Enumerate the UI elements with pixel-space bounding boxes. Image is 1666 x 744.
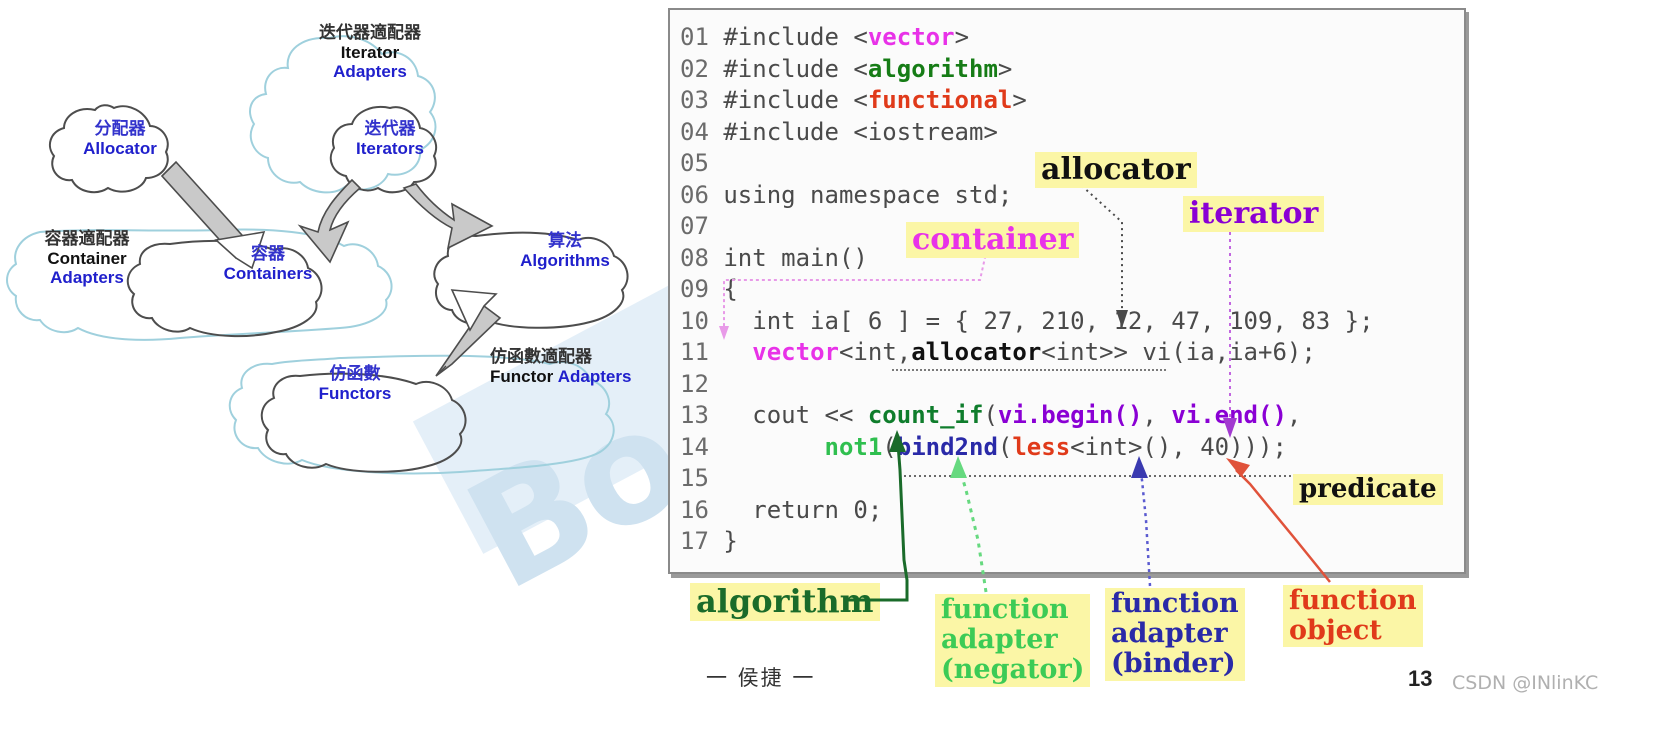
csdn-credit: CSDN @INlinKC	[1452, 672, 1599, 694]
callout-leader-arrows	[846, 430, 1331, 602]
author-signature: 一 侯捷 一	[706, 666, 816, 690]
slide-canvas: Boolan 博览网 本讲义仅供购课学员专用，请勿线上传播 请勿线上传播侯捷老师…	[0, 0, 1666, 744]
page-number: 13	[1408, 666, 1433, 691]
